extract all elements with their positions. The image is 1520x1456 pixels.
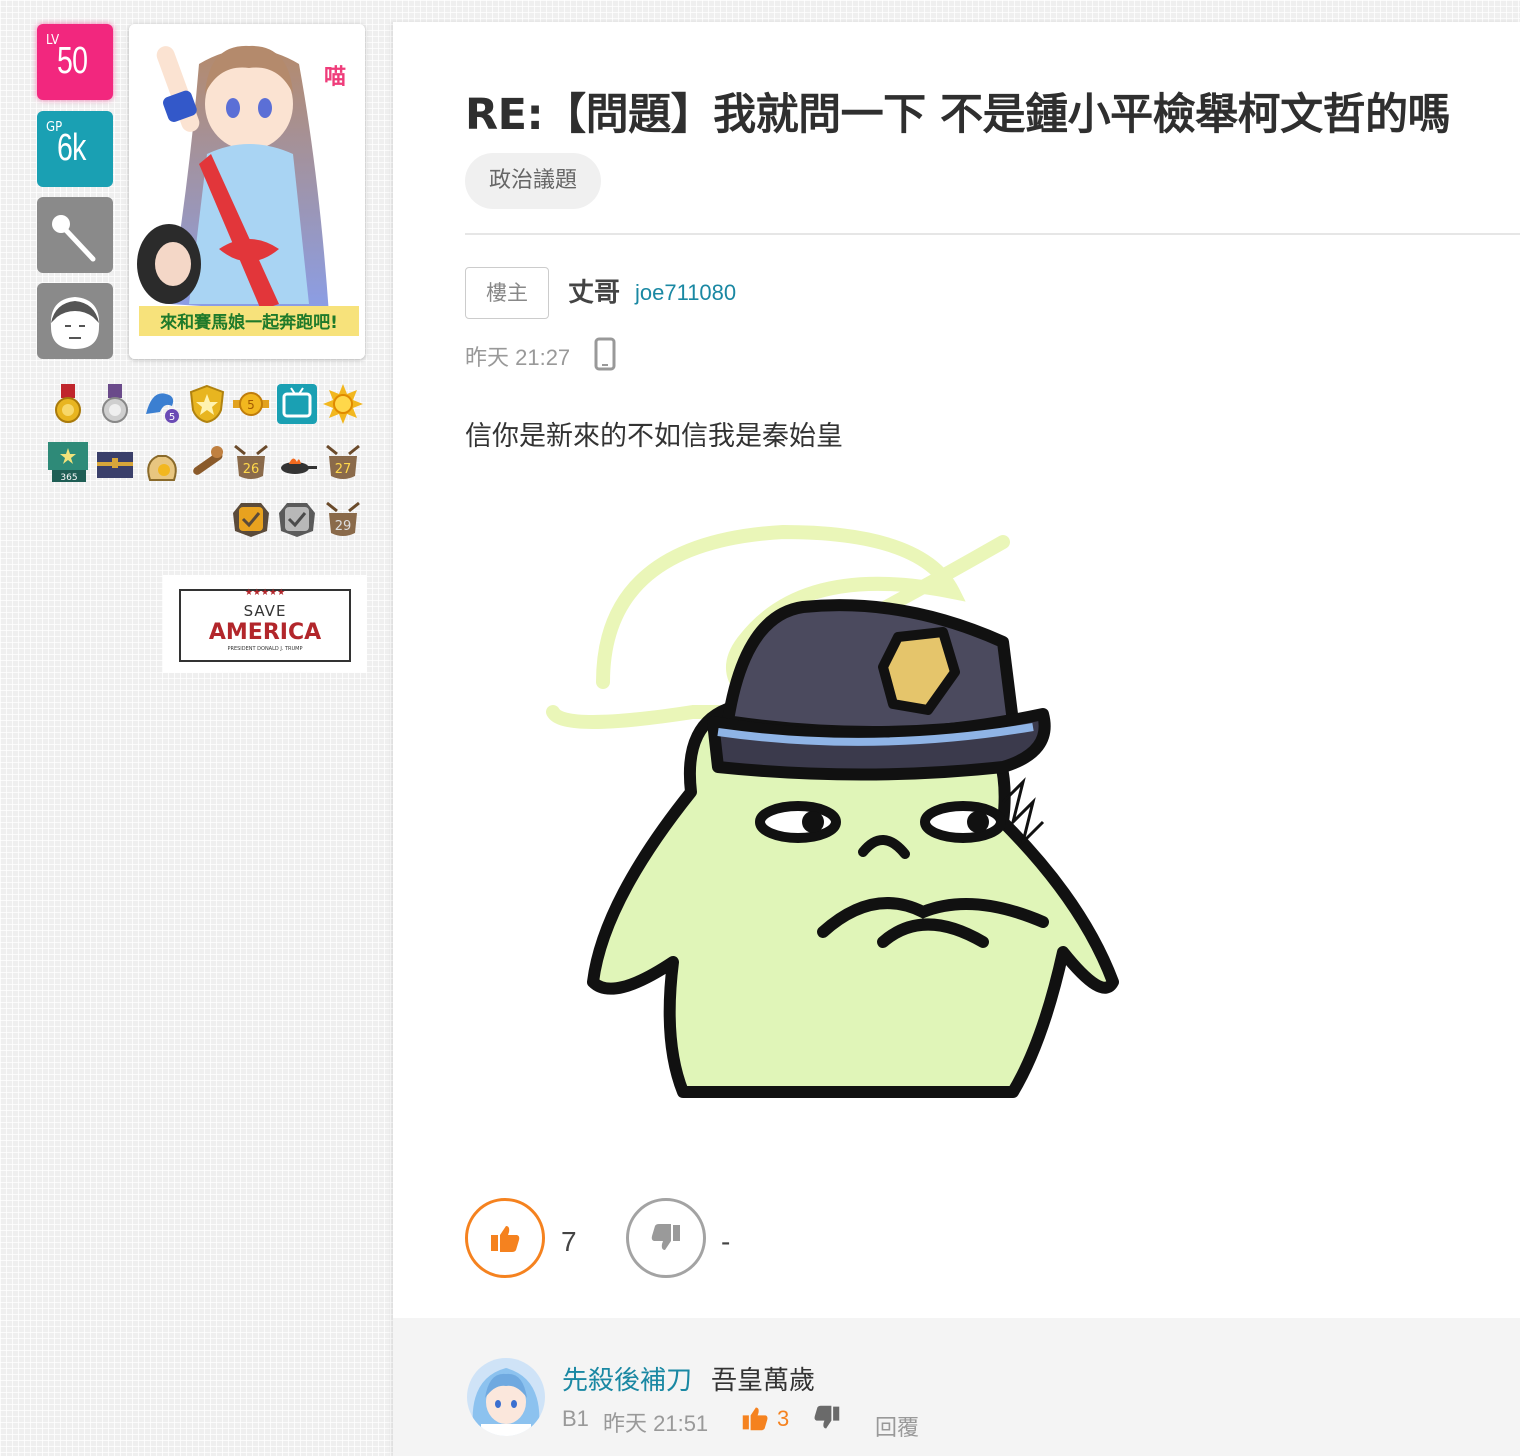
frying-pan-icon[interactable] xyxy=(277,442,317,482)
coin-5-icon[interactable]: 5 xyxy=(231,384,271,424)
treasure-chest-icon[interactable] xyxy=(95,442,135,482)
comment-time: 昨天 21:51 xyxy=(603,1411,709,1436)
title-divider xyxy=(465,233,1520,235)
post-time: 昨天 21:27 xyxy=(465,345,571,370)
like-count: 7 xyxy=(561,1226,577,1257)
commenter-name[interactable]: 先殺後補刀 xyxy=(562,1360,692,1397)
commenter-avatar[interactable] xyxy=(467,1358,545,1436)
checkmark-silver-icon[interactable] xyxy=(277,499,317,539)
mobile-device-icon xyxy=(594,337,616,371)
level-value: 50 xyxy=(57,40,88,82)
magic-wand-icon xyxy=(52,215,96,262)
sign-stars: ★★★★★ xyxy=(245,588,285,598)
sign-line-president: PRESIDENT DONALD J. TRUMP xyxy=(227,646,302,652)
svg-text:5: 5 xyxy=(169,412,175,423)
svg-text:喵: 喵 xyxy=(324,65,346,90)
commenter-avatar-image xyxy=(467,1358,545,1436)
dislike-button[interactable] xyxy=(626,1198,706,1278)
dislike-count: - xyxy=(721,1226,731,1257)
svg-text:29: 29 xyxy=(335,519,352,534)
comment-text: 吾皇萬歲 xyxy=(711,1366,816,1396)
thumbs-down-icon xyxy=(651,1224,680,1250)
svg-text:5: 5 xyxy=(247,398,255,412)
top-strip xyxy=(0,0,1520,22)
police-frog-sticker xyxy=(546,524,1119,1098)
comment-section: 先殺後補刀 吾皇萬歲 B1 昨天 21:51 3 回覆 xyxy=(393,1318,1520,1456)
thumbs-up-icon xyxy=(491,1226,520,1252)
person-face-icon xyxy=(50,297,100,349)
comment-floor: B1 xyxy=(562,1406,589,1431)
floor-tag-op: 樓主 xyxy=(465,267,549,319)
avatar-banner-text: 來和賽馬娘一起奔跑吧! xyxy=(160,312,338,333)
level-26-icon[interactable]: 26 xyxy=(231,442,271,482)
post-panel: RE:【問題】我就問一下 不是鍾小平檢舉柯文哲的嗎 政治議題 樓主 丈哥 joe… xyxy=(393,22,1520,1456)
comment-dislike-icon[interactable] xyxy=(813,1404,841,1432)
slingshot-icon[interactable] xyxy=(187,442,227,482)
gold-medal-icon[interactable] xyxy=(48,384,88,424)
avatar-card[interactable]: 喵 來和賽馬娘一起奔跑吧! xyxy=(129,24,365,359)
level-29-icon[interactable]: 29 xyxy=(323,499,363,539)
svg-text:26: 26 xyxy=(243,462,260,477)
sign-line-save: SAVE xyxy=(244,602,287,620)
svg-text:365: 365 xyxy=(60,473,77,482)
author-name[interactable]: 丈哥 xyxy=(568,272,620,309)
gp-badge[interactable]: GP 6k xyxy=(37,111,113,187)
svg-text:27: 27 xyxy=(335,462,352,477)
silver-medal-icon[interactable] xyxy=(95,384,135,424)
money-bag-icon[interactable] xyxy=(142,442,182,482)
sign-line-america: AMERICA xyxy=(209,620,321,645)
tv-screen-icon[interactable] xyxy=(277,384,317,424)
wand-button[interactable] xyxy=(37,197,113,273)
comment-reply-button[interactable]: 回覆 xyxy=(875,1410,919,1442)
comment-like-count: 3 xyxy=(777,1406,790,1431)
avatar-face-button[interactable] xyxy=(37,283,113,359)
dragon-5-icon[interactable]: 5 xyxy=(142,384,182,424)
post-title: RE:【問題】我就問一下 不是鍾小平檢舉柯文哲的嗎 xyxy=(465,90,1451,140)
gp-value: 6k xyxy=(57,127,86,169)
level-27-icon[interactable]: 27 xyxy=(323,442,363,482)
checkmark-gold-icon[interactable] xyxy=(231,499,271,539)
save-america-sign: ★★★★★ SAVE AMERICA PRESIDENT DONALD J. T… xyxy=(163,575,367,673)
flag-365-icon[interactable]: 365 xyxy=(48,442,88,482)
post-body: 信你是新來的不如信我是秦始皇 xyxy=(465,421,843,452)
author-id[interactable]: joe711080 xyxy=(635,280,736,306)
star-shield-icon[interactable] xyxy=(187,384,227,424)
like-button[interactable] xyxy=(465,1198,545,1278)
topic-tag[interactable]: 政治議題 xyxy=(465,153,602,209)
level-badge[interactable]: LV 50 xyxy=(37,24,113,100)
sun-icon[interactable] xyxy=(323,384,363,424)
comment-like-icon[interactable] xyxy=(741,1404,769,1432)
anime-avatar-image: 喵 來和賽馬娘一起奔跑吧! xyxy=(129,24,365,359)
